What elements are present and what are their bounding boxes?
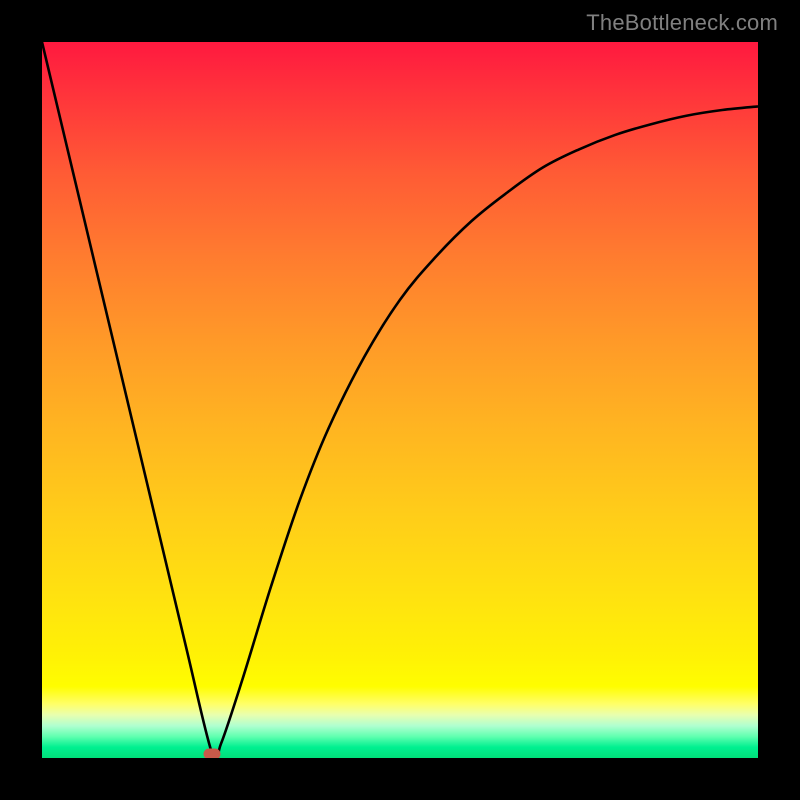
plot-area [42,42,758,758]
optimal-point-marker [204,749,221,758]
bottleneck-curve [42,42,758,758]
chart-frame: TheBottleneck.com [0,0,800,800]
watermark-label: TheBottleneck.com [586,10,778,36]
